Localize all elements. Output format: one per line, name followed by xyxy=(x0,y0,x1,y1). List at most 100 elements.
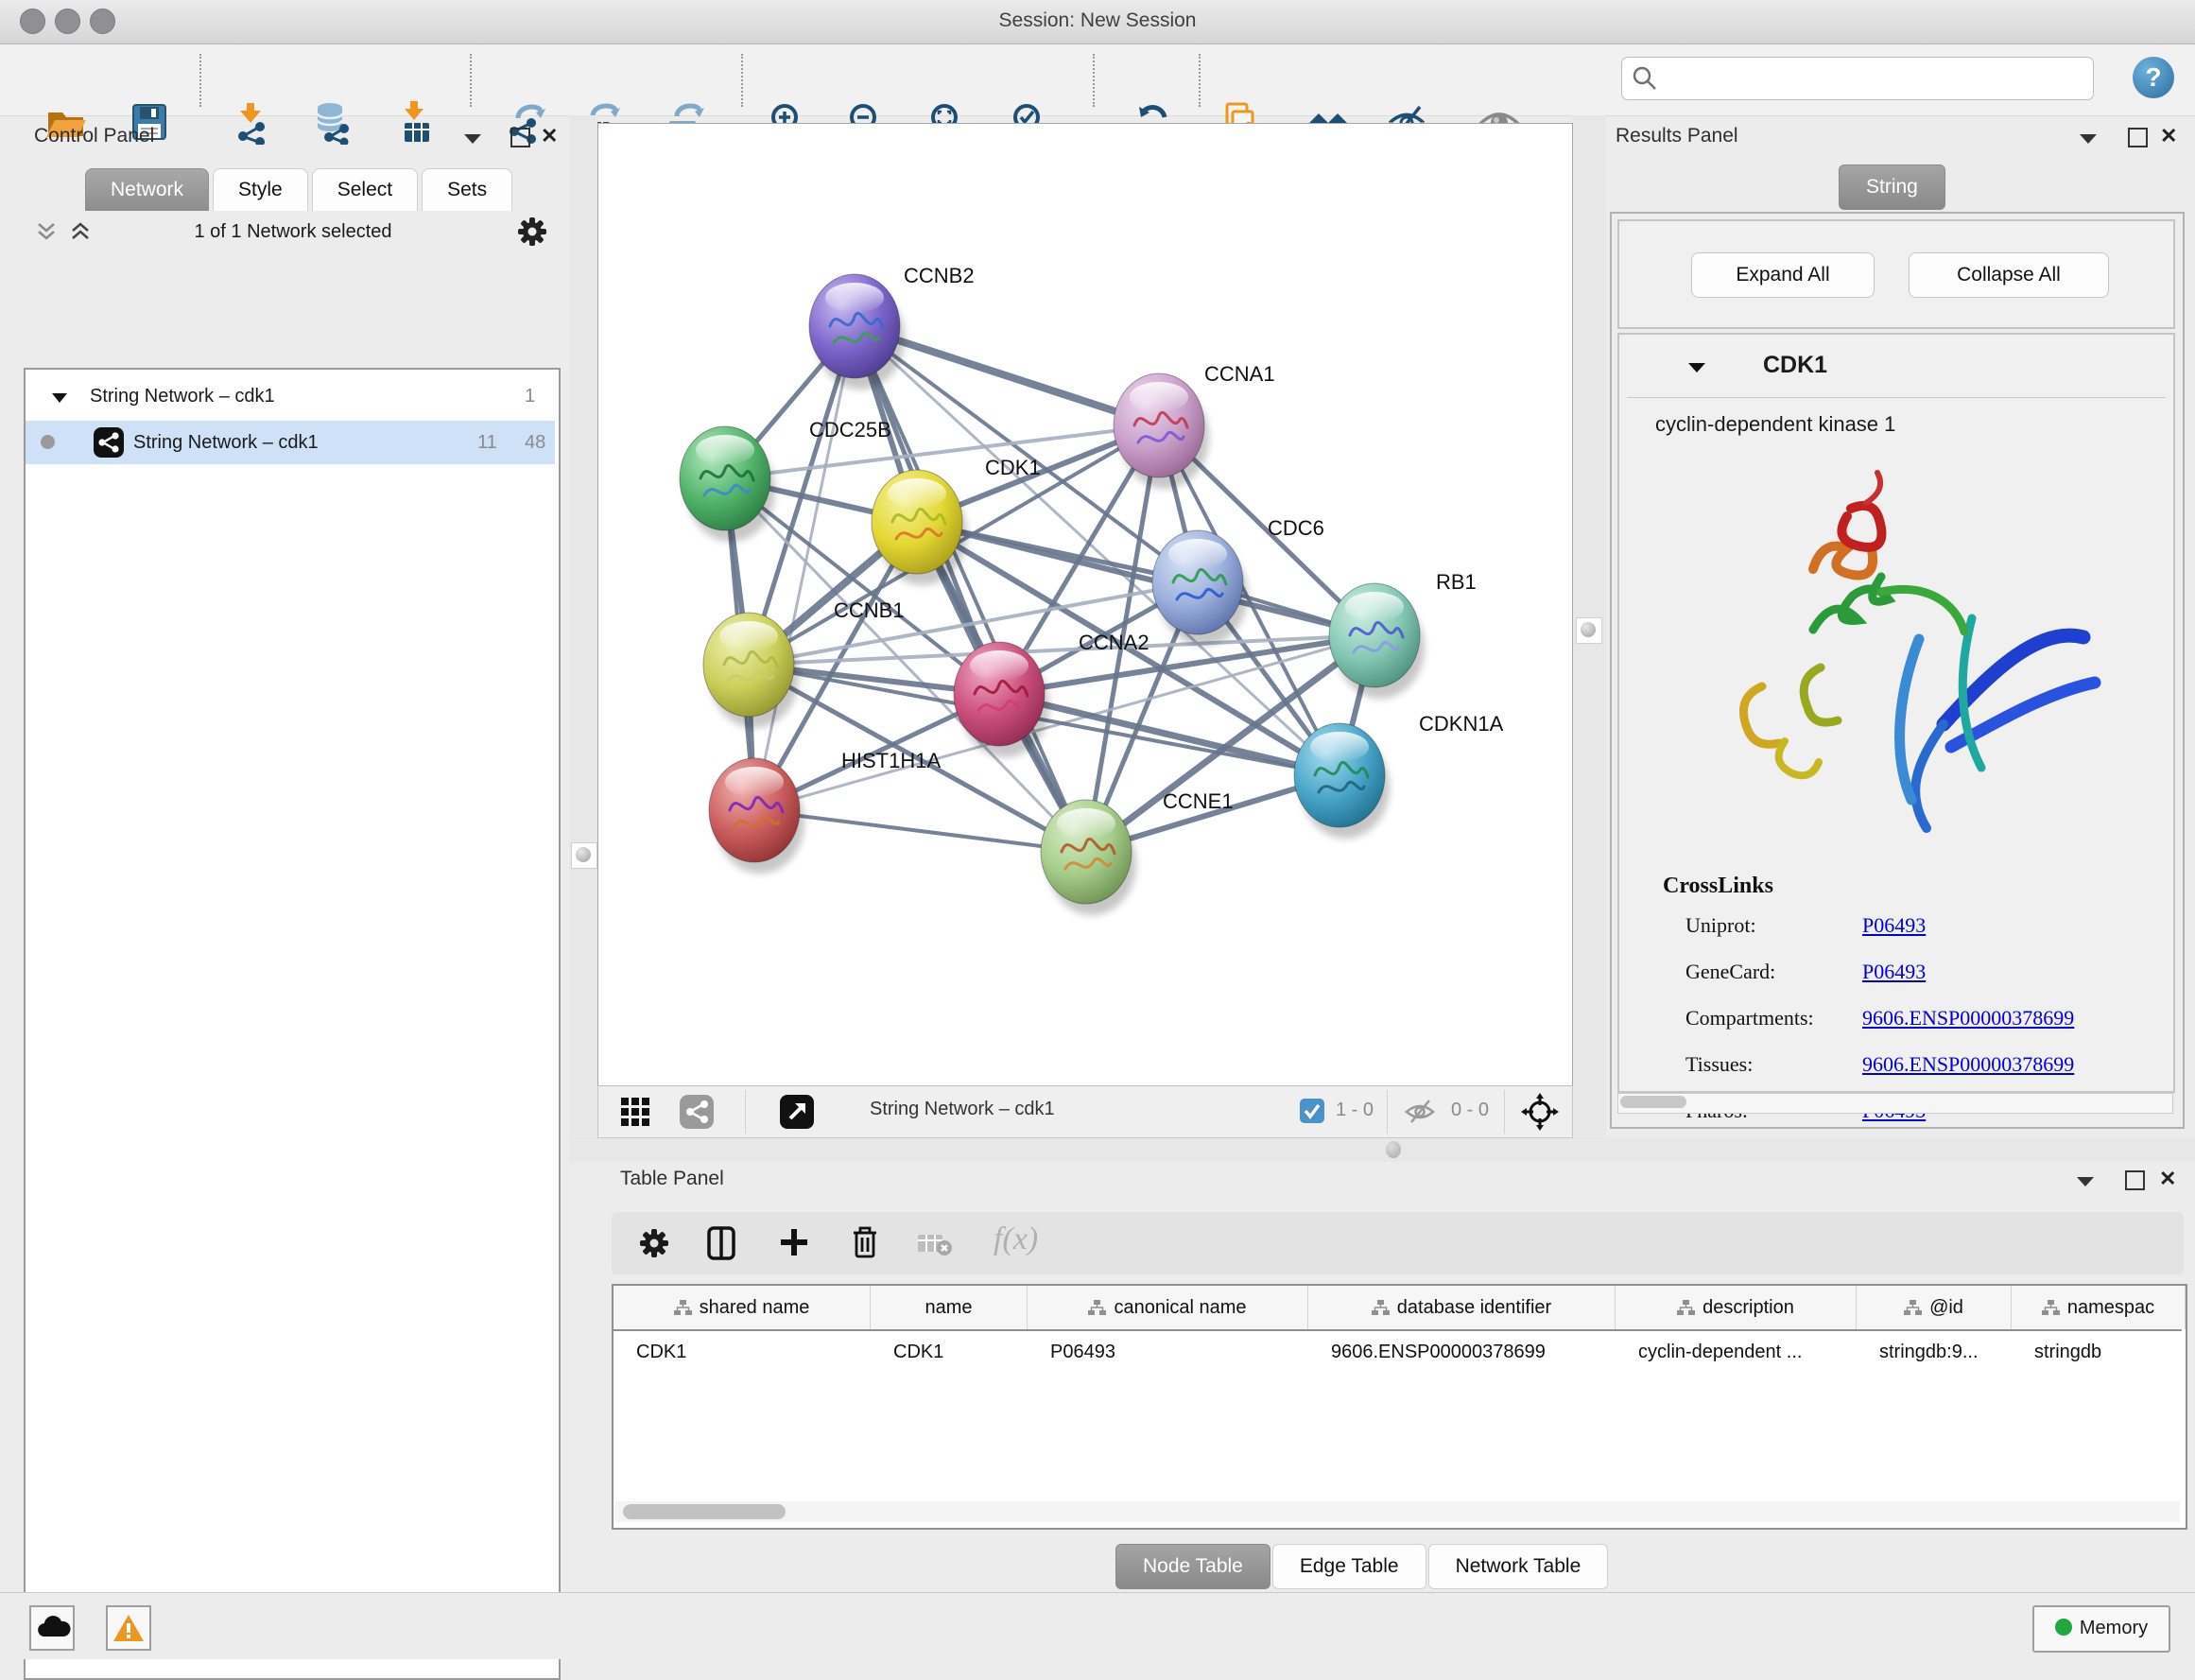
window-title: Session: New Session xyxy=(0,9,2195,32)
collection-expander-icon[interactable] xyxy=(52,392,68,404)
left-splitter[interactable] xyxy=(569,115,597,1136)
expand-all-button[interactable]: Expand All xyxy=(1691,252,1875,298)
results-panel-collapse-icon[interactable] xyxy=(2079,132,2098,146)
tab-network-table[interactable]: Network Table xyxy=(1428,1544,1609,1589)
results-tab-string[interactable]: String xyxy=(1839,165,1945,210)
column-header-description[interactable]: description xyxy=(1616,1286,1857,1329)
detach-view-icon[interactable] xyxy=(780,1095,814,1129)
node-table[interactable]: shared namenamecanonical namedatabase id… xyxy=(612,1284,2187,1530)
selected-checkbox-icon[interactable] xyxy=(1300,1099,1324,1123)
node-RB1[interactable]: RB1 xyxy=(1329,570,1477,699)
help-icon[interactable]: ? xyxy=(2133,57,2174,98)
tab-edge-table[interactable]: Edge Table xyxy=(1272,1544,1426,1589)
results-outer-box: Expand All Collapse All CDK1 cyclin-depe… xyxy=(1610,212,2185,1129)
control-panel: Control Panel ✕ NetworkStyleSelectSets 1… xyxy=(0,115,569,1584)
tab-style[interactable]: Style xyxy=(213,168,308,211)
network-options-gear-icon[interactable] xyxy=(516,216,548,248)
search-input[interactable] xyxy=(1664,61,2083,95)
column-header-shared-name[interactable]: shared name xyxy=(614,1286,871,1329)
node-CCNB2[interactable]: CCNB2 xyxy=(809,264,975,390)
network-collection-row[interactable]: String Network – cdk1 1 xyxy=(26,377,555,421)
node-label-CCNE1: CCNE1 xyxy=(1163,789,1234,813)
collapse-all-icon[interactable] xyxy=(36,221,57,242)
grid-view-icon[interactable] xyxy=(621,1098,649,1126)
node-label-RB1: RB1 xyxy=(1436,570,1477,594)
control-panel-collapse-icon[interactable] xyxy=(463,132,482,146)
crosslink-row: Tissues:9606.ENSP00000378699 xyxy=(1685,1052,2158,1077)
selected-node-edge-counts: 1 - 0 xyxy=(1336,1100,1374,1121)
table-panel-collapse-icon[interactable] xyxy=(2076,1175,2095,1188)
results-scrollbar-thumb[interactable] xyxy=(1620,1096,1686,1108)
table-cell[interactable]: stringdb xyxy=(2034,1331,2180,1373)
crosslink-link[interactable]: P06493 xyxy=(1862,960,1926,984)
toolbar-separator xyxy=(1199,54,1201,107)
network-row-selected[interactable]: String Network – cdk1 11 48 xyxy=(26,421,555,464)
status-bar: Memory xyxy=(0,1592,2195,1659)
result-expander-icon[interactable] xyxy=(1687,361,1706,374)
tab-select[interactable]: Select xyxy=(312,168,418,211)
table-scrollbar-track[interactable] xyxy=(615,1501,2180,1522)
search-box xyxy=(1621,57,2094,100)
right-splitter-handle[interactable] xyxy=(1576,617,1602,644)
result-gene-name: CDK1 xyxy=(1763,352,1827,379)
add-column-icon[interactable] xyxy=(778,1226,810,1258)
node-CDK1[interactable]: CDK1 xyxy=(872,456,1041,585)
show-columns-icon[interactable] xyxy=(706,1225,736,1261)
expand-all-icon[interactable] xyxy=(70,221,91,242)
table-cell[interactable]: CDK1 xyxy=(893,1331,1022,1373)
network-canvas[interactable]: CCNB2 CCNA1 CDC25BCDK1 CDC6 RB1 CCNB1 CCNA2 CDK… xyxy=(597,123,1573,1087)
warning-button[interactable] xyxy=(106,1605,151,1651)
network-share-icon[interactable] xyxy=(680,1095,714,1129)
table-cell[interactable]: cyclin-dependent ... xyxy=(1638,1331,1851,1373)
table-scrollbar-thumb[interactable] xyxy=(623,1504,786,1519)
bottom-splitter[interactable] xyxy=(569,1137,2195,1162)
tab-network[interactable]: Network xyxy=(85,168,209,211)
node-CDC6[interactable]: CDC6 xyxy=(1152,516,1324,646)
node-CDKN1A[interactable]: CDKN1A xyxy=(1294,712,1504,839)
control-panel-close-icon[interactable]: ✕ xyxy=(541,124,558,148)
crosslink-label: GeneCard: xyxy=(1685,960,1775,983)
network-edge-count: 48 xyxy=(525,432,545,454)
table-cell[interactable]: CDK1 xyxy=(636,1331,865,1373)
crosslink-link[interactable]: 9606.ENSP00000378699 xyxy=(1862,1006,2074,1031)
cloud-button[interactable] xyxy=(29,1605,75,1651)
left-splitter-handle[interactable] xyxy=(571,842,597,869)
crosslink-row: Uniprot:P06493 xyxy=(1685,913,2158,938)
node-CDC25B[interactable]: CDC25B xyxy=(680,418,891,542)
table-panel-float-icon[interactable] xyxy=(2125,1170,2145,1190)
node-CCNA1[interactable]: CCNA1 xyxy=(1114,362,1275,489)
bottom-splitter-handle[interactable] xyxy=(1386,1141,1401,1158)
crosslinks-title: CrossLinks xyxy=(1663,874,1773,899)
delete-column-trash-icon[interactable] xyxy=(850,1224,880,1260)
table-cell[interactable]: stringdb:9... xyxy=(1879,1331,2006,1373)
column-header-database-identifier[interactable]: database identifier xyxy=(1308,1286,1616,1329)
node-label-CCNA2: CCNA2 xyxy=(1079,631,1149,654)
results-panel-close-icon[interactable]: ✕ xyxy=(2160,124,2177,148)
birdseye-crosshair-icon[interactable] xyxy=(1521,1093,1559,1131)
cloud-icon xyxy=(33,1609,71,1647)
results-scrollbar-track[interactable] xyxy=(1617,1093,2173,1114)
column-header-@id[interactable]: @id xyxy=(1857,1286,2012,1329)
crosslink-link[interactable]: 9606.ENSP00000378699 xyxy=(1862,1052,2074,1077)
toolbar-separator xyxy=(1093,54,1095,107)
tab-node-table[interactable]: Node Table xyxy=(1115,1544,1270,1589)
column-header-canonical-name[interactable]: canonical name xyxy=(1028,1286,1308,1329)
results-panel-float-icon[interactable] xyxy=(2128,128,2148,147)
crosslink-link[interactable]: P06493 xyxy=(1862,913,1926,938)
column-header-namespac[interactable]: namespac xyxy=(2012,1286,2186,1329)
memory-button[interactable]: Memory xyxy=(2032,1605,2170,1653)
table-cell[interactable]: P06493 xyxy=(1050,1331,1303,1373)
warning-icon xyxy=(110,1609,147,1647)
function-builder-icon: f(x) xyxy=(994,1221,1038,1257)
table-cell[interactable]: 9606.ENSP00000378699 xyxy=(1331,1331,1610,1373)
control-panel-float-icon[interactable] xyxy=(510,128,530,147)
table-options-gear-icon[interactable] xyxy=(638,1227,670,1259)
collapse-all-button[interactable]: Collapse All xyxy=(1909,252,2109,298)
table-panel-close-icon[interactable]: ✕ xyxy=(2159,1167,2176,1191)
column-header-name[interactable]: name xyxy=(871,1286,1028,1329)
node-HIST1H1A[interactable]: HIST1H1A xyxy=(709,749,941,874)
node-label-CCNB1: CCNB1 xyxy=(834,598,905,622)
tab-sets[interactable]: Sets xyxy=(422,168,512,211)
node-CCNE1[interactable]: CCNE1 xyxy=(1041,789,1234,915)
table-panel-title: Table Panel xyxy=(620,1168,724,1190)
